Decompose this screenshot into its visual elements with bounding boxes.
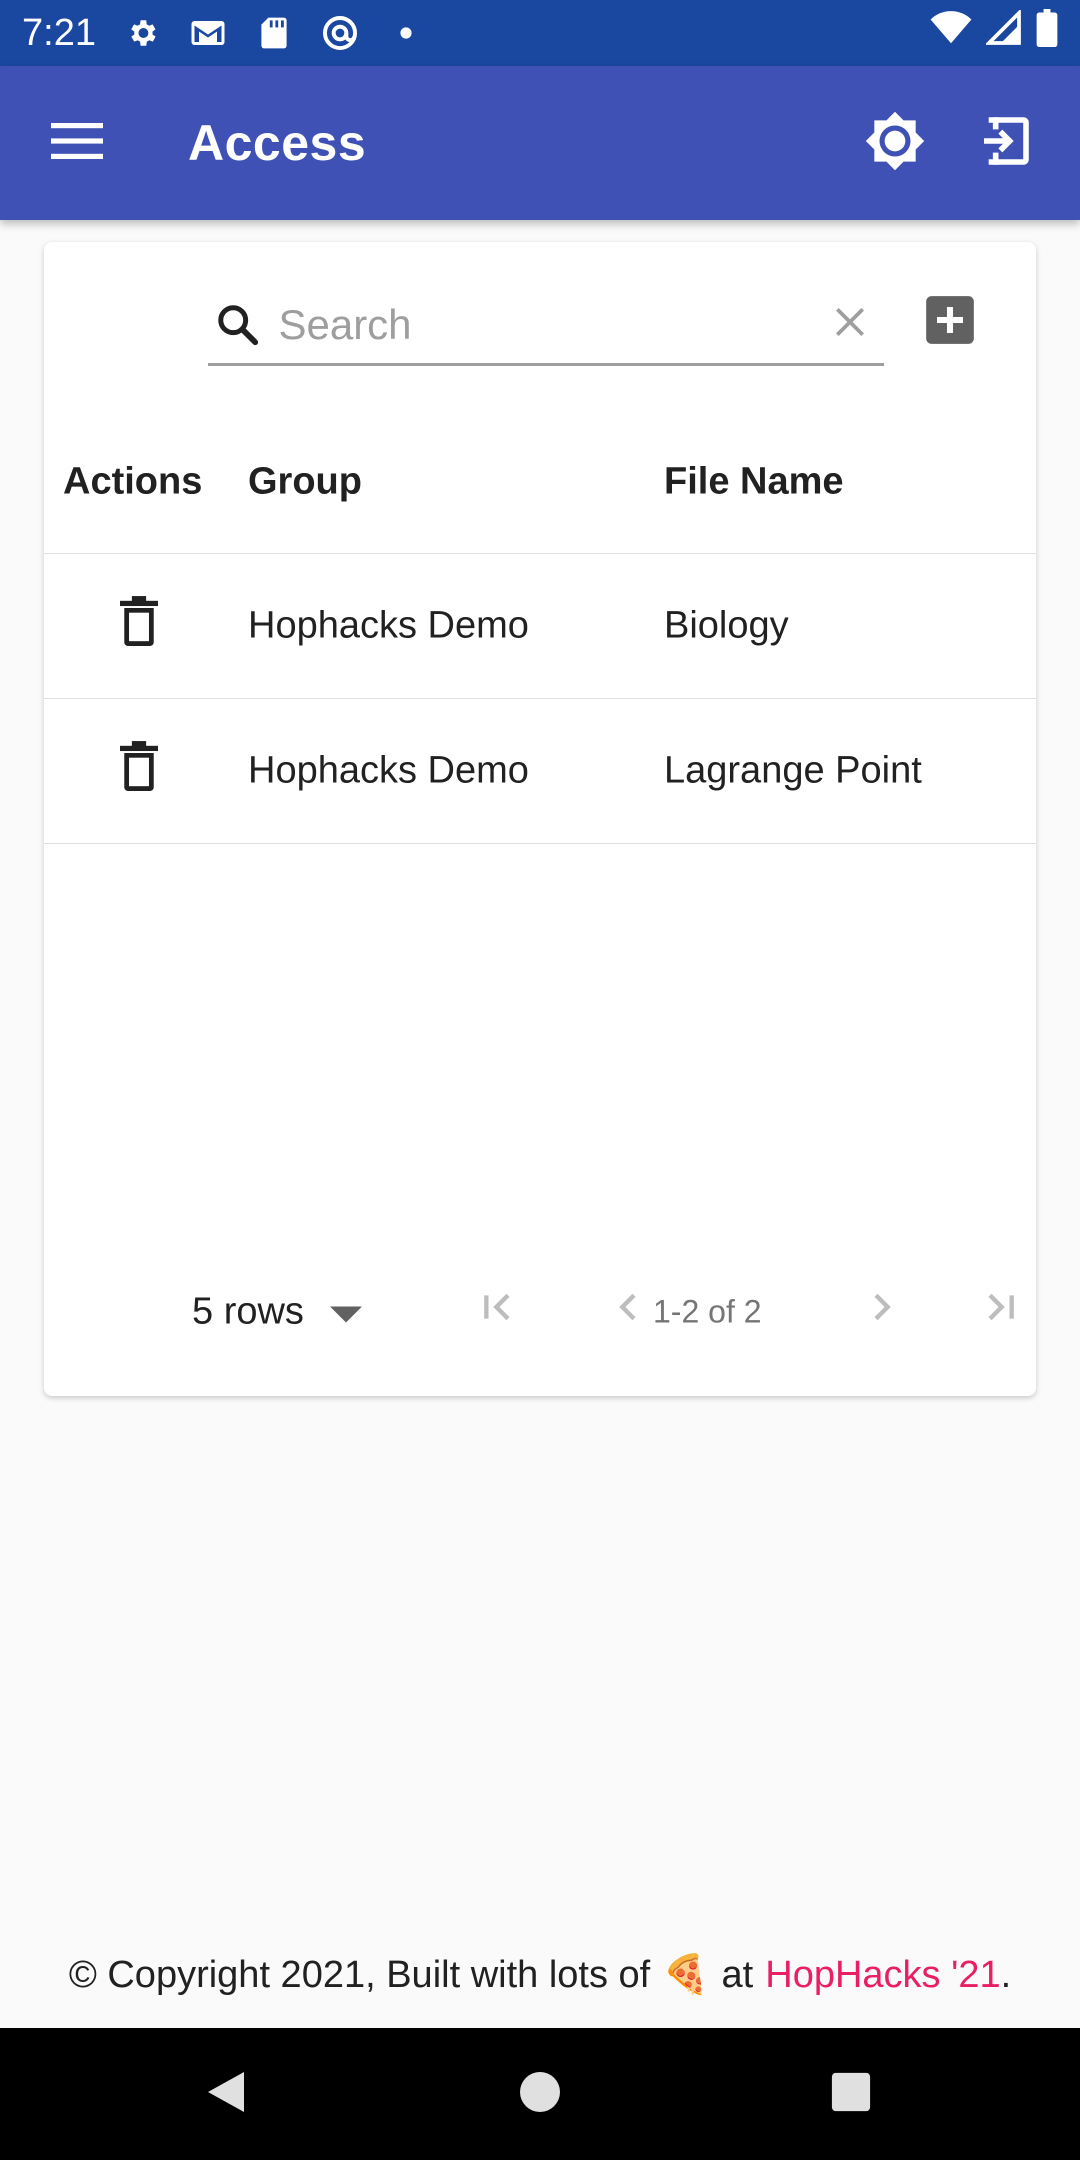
cell-group: Hophacks Demo <box>248 604 529 647</box>
footer-at: at <box>721 1953 754 1996</box>
rows-per-page-value: 5 rows <box>192 1290 304 1333</box>
trash-icon <box>120 741 158 801</box>
search-input[interactable] <box>262 299 822 350</box>
page-range: 1-2 of 2 <box>653 1293 762 1330</box>
access-table-card: Actions Group File Name Hophacks Demo Bi… <box>44 242 1036 1396</box>
theme-toggle-button[interactable] <box>860 108 930 178</box>
column-header-actions: Actions <box>63 460 203 502</box>
menu-icon <box>51 122 103 164</box>
signal-icon <box>984 8 1022 56</box>
footer: © Copyright 2021, Built with lots of 🍕 a… <box>0 1940 1080 2010</box>
status-time: 7:21 <box>22 11 96 54</box>
back-button[interactable] <box>186 2054 266 2134</box>
previous-page-button[interactable] <box>599 1282 659 1342</box>
status-bar: 7:21 <box>0 0 1080 66</box>
cell-group: Hophacks Demo <box>248 749 529 792</box>
table-row: Hophacks Demo Lagrange Point <box>44 699 1036 844</box>
search-bar <box>208 286 884 366</box>
back-triangle-icon <box>204 2068 248 2121</box>
pizza-icon: 🍕 <box>662 1954 710 1996</box>
column-header-group[interactable]: Group <box>248 460 362 503</box>
cell-file-name: Biology <box>664 604 789 647</box>
add-box-icon <box>924 294 976 351</box>
sd-card-icon <box>254 13 294 53</box>
close-icon <box>831 303 869 346</box>
table-header: Actions Group File Name <box>44 410 1036 554</box>
app-bar: Access <box>0 66 1080 220</box>
gear-icon <box>122 13 162 53</box>
next-page-button[interactable] <box>851 1282 911 1342</box>
home-button[interactable] <box>500 2054 580 2134</box>
system-navigation-bar <box>0 2028 1080 2160</box>
logout-button[interactable] <box>970 108 1040 178</box>
clear-search-button[interactable] <box>821 290 878 360</box>
table-row: Hophacks Demo Biology <box>44 554 1036 699</box>
battery-icon <box>1036 9 1058 57</box>
logout-icon <box>977 113 1033 174</box>
menu-button[interactable] <box>44 110 110 176</box>
cell-file-name: Lagrange Point <box>664 749 922 792</box>
search-icon <box>214 302 262 348</box>
add-access-button[interactable] <box>922 294 978 350</box>
brightness-icon <box>864 110 926 177</box>
footer-period: . <box>1000 1953 1012 1996</box>
last-page-icon <box>980 1287 1020 1337</box>
at-sign-icon <box>320 13 360 53</box>
footer-copyright: © Copyright 2021, Built with lots of <box>68 1953 651 1996</box>
page-title: Access <box>188 115 367 171</box>
home-circle-icon <box>518 2070 562 2119</box>
dot-icon <box>386 13 426 53</box>
column-header-file-name[interactable]: File Name <box>664 460 844 503</box>
first-page-button[interactable] <box>468 1282 528 1342</box>
gmail-icon <box>188 13 228 53</box>
rows-per-page-select[interactable]: 5 rows <box>192 1291 362 1334</box>
dropdown-arrow-icon <box>329 1291 362 1334</box>
pagination: 5 rows 1-2 of 2 <box>44 1272 1036 1352</box>
trash-icon <box>120 596 158 656</box>
delete-button[interactable] <box>102 734 176 808</box>
last-page-button[interactable] <box>970 1282 1030 1342</box>
recents-square-icon <box>830 2071 872 2118</box>
chevron-left-icon <box>609 1287 649 1337</box>
wifi-icon <box>930 11 972 55</box>
recents-button[interactable] <box>811 2054 891 2134</box>
hophacks-link[interactable]: HopHacks '21 <box>765 1954 1000 1997</box>
first-page-icon <box>478 1287 518 1337</box>
chevron-right-icon <box>861 1287 901 1337</box>
delete-button[interactable] <box>102 589 176 663</box>
